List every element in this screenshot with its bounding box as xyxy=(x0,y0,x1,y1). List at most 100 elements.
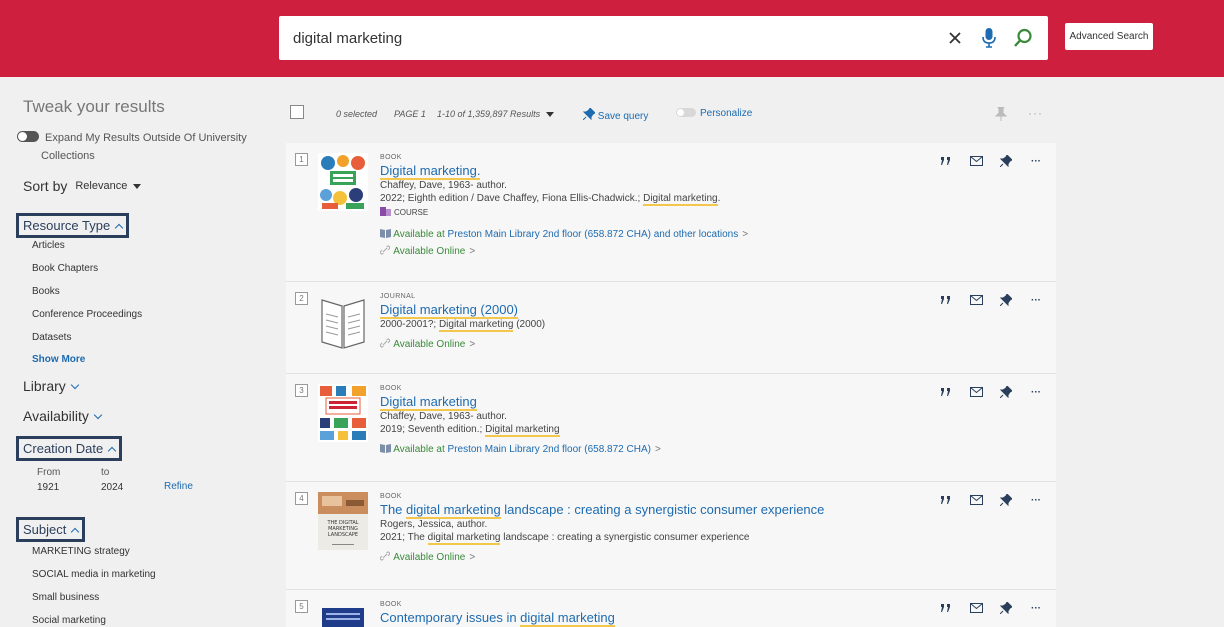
more-icon[interactable]: ··· xyxy=(1028,154,1044,168)
more-icon[interactable]: ··· xyxy=(1028,601,1044,615)
result-detail: 2022; Eighth edition / Dave Chaffey, Fio… xyxy=(380,192,950,206)
detail-highlight: digital marketing xyxy=(427,532,501,545)
facet-item[interactable]: Book Chapters xyxy=(32,263,98,274)
result-body: BOOK The digital marketing landscape : c… xyxy=(379,493,950,565)
facet-creation-date[interactable]: Creation Date xyxy=(16,436,123,461)
result-type: BOOK xyxy=(380,493,402,500)
personalize-switch[interactable] xyxy=(676,108,696,117)
result-title-link[interactable]: Digital marketing xyxy=(380,393,950,411)
results-count-label: 1-10 of 1,359,897 Results xyxy=(437,109,541,119)
date-from-input[interactable]: 1921 xyxy=(37,482,59,493)
date-to-input[interactable]: 2024 xyxy=(101,482,123,493)
book-cover-image[interactable]: THE DIGITAL MARKETING LANDSCAPE xyxy=(318,492,368,550)
facet-library[interactable]: Library xyxy=(23,378,80,394)
mail-icon[interactable] xyxy=(968,293,984,307)
refine-button[interactable]: Refine xyxy=(164,481,193,492)
caret-down-icon xyxy=(133,184,142,189)
result-number: 2 xyxy=(295,292,308,305)
available-online-link[interactable]: Available Online > xyxy=(379,338,950,352)
quote-icon[interactable] xyxy=(938,293,954,307)
sort-by-select[interactable]: Relevance xyxy=(75,180,142,192)
expand-results-toggle[interactable] xyxy=(17,131,39,142)
title-text: Contemporary issues in xyxy=(380,610,521,625)
facet-availability[interactable]: Availability xyxy=(23,408,103,424)
more-icon[interactable]: ··· xyxy=(1028,293,1044,307)
result-actions: ··· xyxy=(938,385,1044,399)
sort-by-value: Relevance xyxy=(75,180,128,192)
facet-item[interactable]: Books xyxy=(32,286,60,297)
result-item[interactable]: 4 THE DIGITAL MARKETING LANDSCAPE BOOK T… xyxy=(286,482,1056,590)
sort-by-label: Sort by xyxy=(23,178,68,194)
result-actions: ··· xyxy=(938,493,1044,507)
course-icon xyxy=(380,207,391,216)
facet-item[interactable]: SOCIAL media in marketing xyxy=(32,569,156,580)
save-query-button[interactable]: Save query xyxy=(582,107,649,122)
quote-icon[interactable] xyxy=(938,493,954,507)
book-cover-image[interactable] xyxy=(318,600,368,627)
chevron-up-icon xyxy=(71,527,80,537)
result-title-link[interactable]: Contemporary issues in digital marketing xyxy=(380,609,950,627)
book-cover-image[interactable] xyxy=(318,384,368,442)
advanced-search-button[interactable]: Advanced Search xyxy=(1065,23,1153,50)
pin-icon[interactable] xyxy=(998,385,1014,399)
caret-down-icon xyxy=(546,112,555,117)
course-label: COURSE xyxy=(394,207,429,217)
facet-item[interactable]: Small business xyxy=(32,592,99,603)
detail-text: 2021; The xyxy=(380,532,428,543)
result-item[interactable]: 3 BOOK Digital marketing Chaffey, Dave, … xyxy=(286,374,1056,482)
pin-icon[interactable] xyxy=(994,106,1008,123)
search-input[interactable] xyxy=(293,29,934,47)
more-icon[interactable]: ··· xyxy=(1028,385,1044,399)
availability-link[interactable]: Available at Preston Main Library 2nd fl… xyxy=(380,443,950,457)
chevron-up-icon xyxy=(114,223,124,233)
more-icon[interactable]: ··· xyxy=(1028,493,1044,507)
result-item[interactable]: 5 BOOK Contemporary issues in digital ma… xyxy=(286,590,1056,627)
facet-item[interactable]: MARKETING strategy xyxy=(32,546,130,557)
result-item[interactable]: 2 JOURNAL Digital marketing (2000) 2000-… xyxy=(286,282,1056,374)
close-icon[interactable] xyxy=(942,25,968,51)
chevron-up-icon xyxy=(107,446,117,456)
quote-icon[interactable] xyxy=(938,154,954,168)
result-title-text: Digital marketing (2000) xyxy=(380,302,519,319)
mail-icon[interactable] xyxy=(968,493,984,507)
sidebar: Tweak your results Expand My Results Out… xyxy=(0,77,270,627)
facet-subject[interactable]: Subject xyxy=(16,517,86,542)
book-cover-image[interactable] xyxy=(318,153,368,211)
expand-results-toggle-row[interactable]: Expand My Results Outside Of University … xyxy=(17,129,257,165)
facet-item[interactable]: Datasets xyxy=(32,332,71,343)
search-icon[interactable] xyxy=(1010,25,1036,51)
quote-icon[interactable] xyxy=(938,601,954,615)
results-count[interactable]: 1-10 of 1,359,897 Results xyxy=(437,109,555,119)
facet-item[interactable]: Articles xyxy=(32,240,65,251)
title-highlight: digital marketing xyxy=(520,610,615,627)
show-more-link[interactable]: Show More xyxy=(32,354,85,365)
pin-icon[interactable] xyxy=(998,293,1014,307)
mail-icon[interactable] xyxy=(968,385,984,399)
facet-item[interactable]: Conference Proceedings xyxy=(32,309,142,320)
journal-cover-image[interactable] xyxy=(318,292,368,350)
microphone-icon[interactable] xyxy=(976,25,1002,51)
quote-icon[interactable] xyxy=(938,385,954,399)
result-title-link[interactable]: Digital marketing (2000) xyxy=(380,301,950,319)
personalize-toggle[interactable]: Personalize xyxy=(676,108,752,119)
title-text: landscape : creating a synergistic consu… xyxy=(500,502,825,517)
result-title-link[interactable]: The digital marketing landscape : creati… xyxy=(380,501,950,519)
result-title-link[interactable]: Digital marketing. xyxy=(380,162,950,180)
facet-item[interactable]: Social marketing xyxy=(32,615,106,626)
mail-icon[interactable] xyxy=(968,154,984,168)
result-item[interactable]: 1 BOOK Digital marketing. Chaffey, Dave,… xyxy=(286,143,1056,282)
pin-icon[interactable] xyxy=(998,601,1014,615)
result-number: 1 xyxy=(295,153,308,166)
select-all-checkbox[interactable] xyxy=(290,105,304,119)
facet-resource-type[interactable]: Resource Type xyxy=(16,213,130,238)
save-query-label: Save query xyxy=(597,111,649,122)
availability-link[interactable]: Available at Preston Main Library 2nd fl… xyxy=(380,228,950,242)
pin-icon[interactable] xyxy=(998,493,1014,507)
more-icon[interactable]: ··· xyxy=(1028,106,1043,120)
link-icon xyxy=(379,245,391,255)
selected-count: 0 selected xyxy=(336,109,378,119)
available-online-link[interactable]: Available Online > xyxy=(379,245,950,259)
available-online-link[interactable]: Available Online > xyxy=(379,551,950,565)
pin-icon[interactable] xyxy=(998,154,1014,168)
mail-icon[interactable] xyxy=(968,601,984,615)
